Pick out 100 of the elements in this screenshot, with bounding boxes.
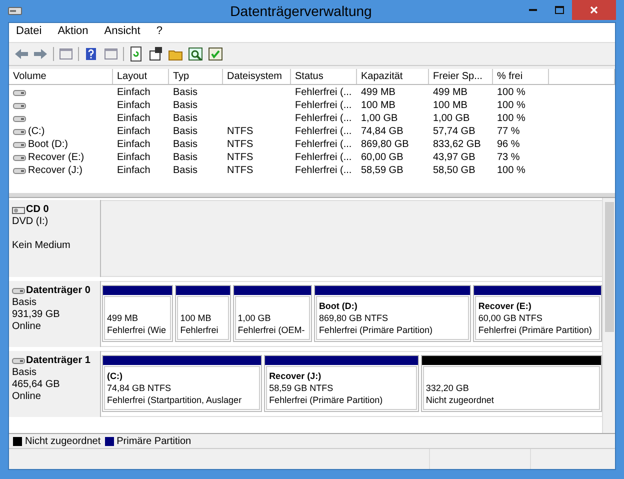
table-cell: 74,84 GB [361,126,404,137]
partition-size: 332,20 GB [426,382,470,394]
table-cell: 1,00 GB [361,113,398,124]
table-cell: Boot (D:) [28,139,68,150]
disk-info: Online [12,391,41,402]
menu-item[interactable]: Datei [15,25,43,40]
disc-drive-icon [12,206,25,214]
drive-icon [13,128,26,136]
table-cell: Basis [173,165,198,176]
back-arrow-icon[interactable] [13,46,29,62]
disk-management-icon [8,5,22,17]
disk-info: DVD (I:) [12,216,48,227]
table-cell: (C:) [28,126,45,137]
table-cell: Einfach [117,139,150,150]
partition-label: (C:) [107,371,122,381]
maximize-icon [554,6,564,14]
table-cell: Fehlerfrei (... [295,165,352,176]
window-title: Datenträgerverwaltung [229,3,373,19]
disk-info: Kein Medium [12,240,70,251]
table-cell: 58,50 GB [433,165,476,176]
column-header[interactable]: Freier Sp... [429,69,493,84]
panel-icon[interactable] [103,46,119,62]
menu-item[interactable]: Aktion [56,25,90,40]
table-cell: 43,97 GB [433,152,476,163]
table-cell: Fehlerfrei (... [295,126,352,137]
refresh-document-icon[interactable] [128,46,144,62]
table-cell: 100 % [497,100,526,111]
column-header[interactable]: Layout [113,69,169,84]
drive-icon [12,287,25,295]
properties-icon[interactable] [148,46,164,62]
drive-icon [13,102,26,110]
help-icon[interactable] [83,46,99,62]
partition-status: Fehlerfrei (Primäre Partition) [318,324,434,336]
menu-item[interactable]: ? [155,25,164,40]
column-header[interactable]: Kapazität [357,69,429,84]
column-header[interactable]: Status [291,69,357,84]
drive-icon [12,357,25,365]
legend-swatch [13,436,22,446]
table-cell: Fehlerfrei (... [295,152,352,163]
partition-size: 58,59 GB NTFS [269,382,334,394]
partition-size: 499 MB [107,312,140,324]
panel-icon[interactable] [58,46,74,62]
partition-block[interactable]: 1,00 GB Fehlerfrei (OEM- [232,285,312,342]
drive-icon [13,166,26,174]
table-cell: 100 MB [361,100,396,111]
magnifier-icon[interactable] [188,46,204,62]
table-cell: Fehlerfrei (... [295,100,352,111]
table-cell: Einfach [117,165,150,176]
table-cell: NTFS [227,165,254,176]
table-cell: NTFS [227,126,254,137]
partition-status: Fehlerfrei (OEM- [238,324,306,336]
disk-name[interactable]: Datenträger 0 [26,285,90,297]
table-cell: 73 % [497,152,520,163]
partition-block[interactable]: (C:) 74,84 GB NTFS Fehlerfrei (Startpartition, Auslager [102,355,262,412]
menu-item[interactable]: Ansicht [103,25,142,40]
table-cell: NTFS [227,139,254,150]
table-cell: 499 MB [361,87,396,98]
partition-block[interactable]: Recover (J:) 58,59 GB NTFS Fehlerfrei (Primäre Partition) [264,355,419,412]
partition-block[interactable]: 332,20 GB Nicht zugeordnet [420,355,602,412]
table-cell: 58,59 GB [361,165,404,176]
scrollbar[interactable] [602,198,615,433]
disk-info: Online [12,321,41,332]
table-cell: 77 % [497,126,520,137]
table-cell: Basis [173,100,198,111]
partition-block[interactable]: Recover (E:) 60,00 GB NTFS Fehlerfrei (Primäre Partition) [473,285,602,342]
table-cell: Basis [173,139,198,150]
drive-icon [13,88,26,96]
partition-size: 60,00 GB NTFS [478,312,544,324]
partition-size: 74,84 GB NTFS [107,382,172,394]
table-cell: 869,80 GB [361,139,409,150]
table-cell: 100 % [497,113,526,124]
partition-size: 100 MB [180,312,212,324]
table-cell: 100 MB [433,100,468,111]
column-header[interactable]: Typ [169,69,223,84]
table-cell: 60,00 GB [361,152,404,163]
column-header[interactable]: Volume [9,69,113,84]
disk-name[interactable]: CD 0 [26,204,49,216]
minimize-icon [529,9,537,11]
partition-status: Fehlerfrei [180,324,220,336]
checklist-icon[interactable] [208,46,224,62]
partition-status: Fehlerfrei (Wie [107,324,168,336]
disk-info: 931,39 GB [12,309,60,320]
partition-block[interactable]: Boot (D:) 869,80 GB NTFS Fehlerfrei (Primäre Partition) [314,285,472,342]
close-button[interactable] [572,0,616,20]
table-cell: Recover (E:) [28,152,84,163]
legend-label: Primäre Partition [116,436,192,446]
table-cell: Fehlerfrei (... [295,139,352,150]
partition-block[interactable]: 100 MB Fehlerfrei [175,285,231,342]
forward-arrow-icon[interactable] [33,46,49,62]
disk-name[interactable]: Datenträger 1 [26,355,90,367]
legend-swatch [104,436,114,446]
table-cell: Einfach [117,152,150,163]
table-cell: Einfach [117,113,150,124]
table-cell: Einfach [117,100,150,111]
column-header[interactable]: Dateisystem [223,69,291,84]
table-cell: Fehlerfrei (... [295,87,352,98]
drive-icon [13,114,26,122]
partition-block[interactable]: 499 MB Fehlerfrei (Wie [102,285,174,342]
column-header[interactable]: % frei [493,69,549,84]
table-cell: Einfach [117,87,150,98]
